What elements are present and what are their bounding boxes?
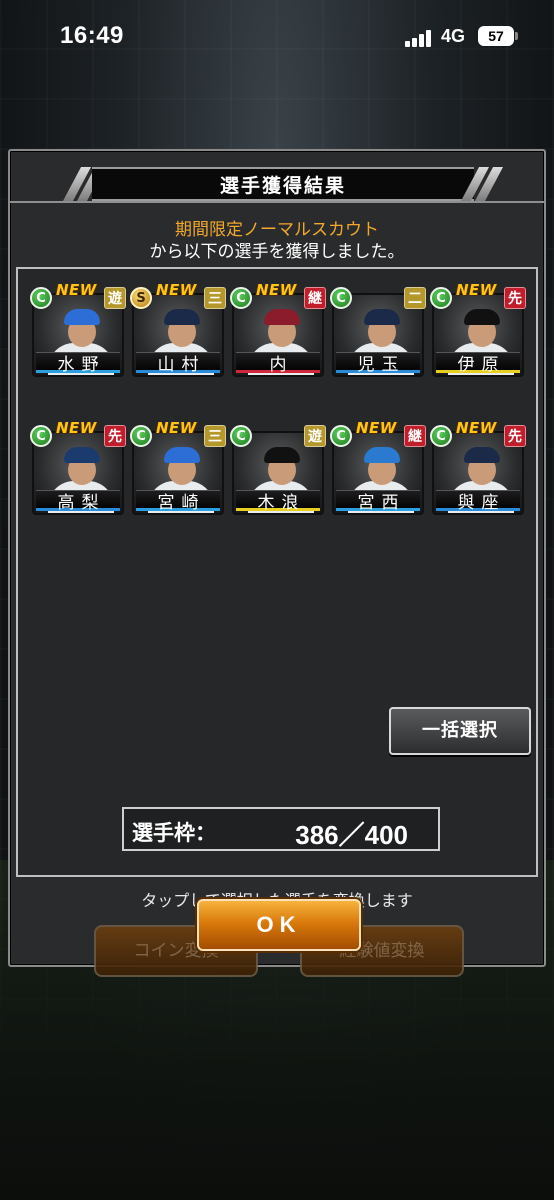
ok-button[interactable]: OK xyxy=(197,899,361,951)
rank-badge: C xyxy=(330,287,352,309)
player-card[interactable]: 高梨 C NEW 先 xyxy=(30,419,126,515)
player-cap xyxy=(464,447,500,463)
player-card[interactable]: 宮崎 C NEW 三 xyxy=(130,419,226,515)
player-name: 宮崎 xyxy=(157,493,206,513)
position-badge: 先 xyxy=(104,425,126,447)
position-badge: 継 xyxy=(304,287,326,309)
player-name: 伊原 xyxy=(457,355,506,375)
player-cap xyxy=(264,309,300,325)
battery-icon: 57 xyxy=(478,26,518,46)
player-cap xyxy=(64,447,100,463)
position-badge: 継 xyxy=(404,425,426,447)
rank-badge: C xyxy=(430,425,452,447)
new-label: NEW xyxy=(56,281,97,299)
slot-value: 386／400 xyxy=(295,820,408,850)
new-label: NEW xyxy=(356,419,397,437)
new-label: NEW xyxy=(456,281,497,299)
player-name: 児玉 xyxy=(357,355,406,375)
position-badge: 三 xyxy=(204,287,226,309)
player-card[interactable]: 與座 C NEW 先 xyxy=(430,419,526,515)
rank-badge: C xyxy=(330,425,352,447)
rank-badge: C xyxy=(230,287,252,309)
title-band: 選手獲得結果 xyxy=(62,167,504,203)
player-cap xyxy=(64,309,100,325)
player-name: 山村 xyxy=(157,355,206,375)
position-badge: 三 xyxy=(204,425,226,447)
network-label: 4G xyxy=(441,26,466,46)
new-label: NEW xyxy=(156,281,197,299)
rank-badge: C xyxy=(30,287,52,309)
signal-icon xyxy=(405,29,433,47)
player-cap xyxy=(164,309,200,325)
player-name: 水野 xyxy=(57,355,106,375)
player-name: 宮西 xyxy=(357,493,406,513)
player-card[interactable]: 児玉 C 二 xyxy=(330,285,426,377)
player-name: 木浪 xyxy=(257,493,306,513)
new-label: NEW xyxy=(256,281,297,299)
player-card[interactable]: 山村 S NEW 三 xyxy=(130,281,226,377)
position-badge: 先 xyxy=(504,287,526,309)
position-badge: 遊 xyxy=(104,287,126,309)
rank-badge: C xyxy=(130,425,152,447)
result-panel: 水野 C NEW 遊山村 S NEW 三内 C NEW 継児玉 C 二伊原 C NEW 先高梨 C NEW 先宮崎… xyxy=(16,267,538,977)
new-label: NEW xyxy=(156,419,197,437)
position-badge: 遊 xyxy=(304,425,326,447)
player-card[interactable]: 水野 C NEW 遊 xyxy=(30,281,126,377)
player-cap xyxy=(464,309,500,325)
player-cap xyxy=(364,447,400,463)
new-label: NEW xyxy=(456,419,497,437)
player-name: 高梨 xyxy=(57,493,106,513)
player-card[interactable]: 宮西 C NEW 継 xyxy=(330,419,426,515)
result-dialog: 選手獲得結果 期間限定ノーマルスカウト から以下の選手を獲得しました。 水野 C N… xyxy=(8,149,546,977)
status-time: 16:49 xyxy=(60,22,124,49)
player-card[interactable]: 木浪 C 遊 xyxy=(230,423,326,515)
rank-badge: C xyxy=(430,287,452,309)
player-card[interactable]: 内 C NEW 継 xyxy=(230,281,326,377)
player-name: 内 xyxy=(269,355,294,375)
position-badge: 先 xyxy=(504,425,526,447)
rank-badge: C xyxy=(30,425,52,447)
player-cap xyxy=(264,447,300,463)
slot-label: 選手枠： xyxy=(132,821,216,845)
dialog-title: 選手獲得結果 xyxy=(219,175,346,197)
status-bar: 16:49 4G 57 xyxy=(0,0,554,72)
player-cap xyxy=(364,309,400,325)
rank-badge: C xyxy=(230,425,252,447)
player-card[interactable]: 伊原 C NEW 先 xyxy=(430,281,526,377)
new-label: NEW xyxy=(56,419,97,437)
bulk-select-button[interactable]: 一括選択 xyxy=(389,707,531,755)
result-message: から以下の選手を獲得しました。 xyxy=(149,242,405,262)
player-cap xyxy=(164,447,200,463)
roster-slot-box: 選手枠： 386／400 xyxy=(122,807,440,851)
player-name: 與座 xyxy=(457,493,506,513)
title-divider xyxy=(10,201,544,203)
position-badge: 二 xyxy=(404,287,426,309)
rank-badge: S xyxy=(130,287,152,309)
